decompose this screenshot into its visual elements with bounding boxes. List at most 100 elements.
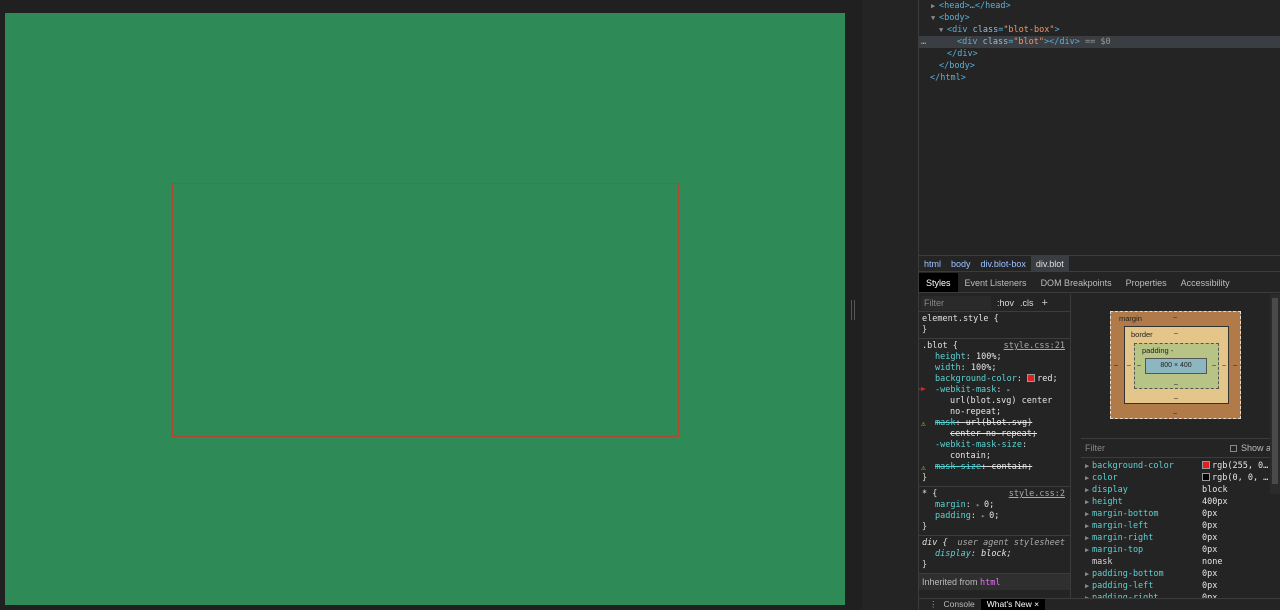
style-property[interactable]: -webkit-mask: ▸ [919, 385, 1067, 396]
source-link[interactable]: style.css:21 [1004, 341, 1065, 352]
color-swatch-icon[interactable] [1027, 374, 1036, 382]
dom-node-body-close[interactable]: </body> [919, 60, 1280, 72]
collapse-arrow-icon[interactable]: ▼ [931, 12, 939, 24]
more-icon[interactable]: … [921, 36, 926, 48]
box-model-padding[interactable]: padding - – – – 800 × 400 [1134, 343, 1219, 389]
rule-selector[interactable]: element.style { [922, 314, 1067, 325]
tab-event-listeners[interactable]: Event Listeners [958, 273, 1034, 292]
breadcrumb-body[interactable]: body [946, 256, 976, 272]
computed-property[interactable]: ▶ height 400px [1081, 496, 1280, 508]
margin-bottom-value[interactable]: – [1173, 410, 1177, 417]
dom-node-div-close[interactable]: </div> [919, 48, 1280, 60]
panel-resize-handle[interactable] [851, 300, 855, 320]
computed-property[interactable]: ▶ margin-left 0px [1081, 520, 1280, 532]
dom-node-html-close[interactable]: </html> [919, 72, 1280, 84]
border-label: border [1131, 330, 1153, 339]
expand-arrow-icon[interactable]: ▸ [1007, 385, 1015, 396]
border-top-value[interactable]: – [1174, 330, 1178, 337]
computed-property[interactable]: ▶ margin-right 0px [1081, 532, 1280, 544]
warning-icon: ⚠ [921, 463, 926, 472]
border-left-value[interactable]: – [1127, 362, 1131, 369]
border-bottom-value[interactable]: – [1174, 395, 1178, 402]
computed-property[interactable]: ▶ display block [1081, 484, 1280, 496]
tag-text: > [1054, 25, 1060, 35]
devtools-panel: ▶ <head>…</head> ▼ <body> ▼ <div class="blo… [918, 0, 1280, 610]
margin-top-value[interactable]: – [1173, 314, 1177, 321]
computed-property[interactable]: ▶ padding-bottom 0px [1081, 568, 1280, 580]
border-right-value[interactable]: – [1222, 362, 1226, 369]
style-property-overridden[interactable]: ⚠ mask: url(blot.svg) [921, 418, 1067, 429]
style-property-overridden[interactable]: ⚠ mask-size: contain; [921, 462, 1067, 473]
attr-value: "blot-box" [1003, 25, 1055, 35]
style-property-value: url(blot.svg) center [950, 396, 1053, 406]
blot-box-page[interactable] [5, 13, 845, 605]
rule-selector[interactable]: .blot { [922, 341, 958, 351]
tag-text: </html> [930, 73, 966, 83]
tab-properties[interactable]: Properties [1119, 273, 1174, 292]
star-rule: * {style.css:2 margin: ▸ 0; padding: ▸ 0; … [919, 487, 1070, 536]
new-rule-plus-icon[interactable]: + [1042, 297, 1048, 309]
style-property[interactable]: height: 100%; [922, 352, 1067, 363]
box-model-border[interactable]: border – – – – padding - – – – 800 × 400 [1124, 326, 1229, 404]
dom-node-body[interactable]: ▼ <body> [919, 12, 1280, 24]
computed-property[interactable]: ▶ margin-bottom 0px [1081, 508, 1280, 520]
computed-scrollbar[interactable] [1270, 294, 1280, 494]
tag-text: ></div> [1044, 37, 1080, 47]
inherited-tag-link[interactable]: html [980, 578, 1000, 588]
styles-filter-input[interactable]: Filter [921, 295, 991, 310]
tab-styles[interactable]: Styles [919, 273, 958, 292]
breadcrumb: html body div.blot-box div.blot [919, 255, 1280, 272]
padding-right-value[interactable]: – [1212, 362, 1216, 369]
padding-left-value[interactable]: – [1137, 362, 1141, 369]
style-property[interactable]: width: 100%; [922, 363, 1067, 374]
tag-text: <body> [939, 13, 970, 23]
close-icon[interactable]: × [1034, 599, 1039, 609]
collapse-arrow-icon[interactable]: ▼ [939, 24, 947, 36]
drawer-tabbar: ⋮ Console What's New × [919, 598, 1280, 610]
attr-name: class [982, 37, 1009, 47]
computed-property[interactable]: mask none [1081, 556, 1280, 568]
padding-bottom-value[interactable]: – [1174, 381, 1178, 388]
cls-toggle[interactable]: .cls [1020, 298, 1034, 308]
tab-console[interactable]: Console [938, 599, 981, 610]
div-ua-rule: div {user agent stylesheet display: bloc… [919, 536, 1070, 574]
attr-value: "blot" [1013, 37, 1045, 47]
dom-node-blot-selected[interactable]: … <div class="blot"></div> == $0 [919, 36, 1280, 48]
tab-whats-new[interactable]: What's New × [980, 599, 1046, 610]
show-all-toggle[interactable]: Show all [1229, 439, 1275, 457]
computed-filter-input[interactable]: Filter Show all [1081, 438, 1280, 458]
dom-tree: ▶ <head>…</head> ▼ <body> ▼ <div class="blo… [919, 0, 1280, 254]
tag-text: <div [957, 37, 983, 47]
computed-property[interactable]: ▶ background-color rgb(255, 0… [1081, 460, 1280, 472]
tab-accessibility[interactable]: Accessibility [1174, 273, 1237, 292]
rule-close: } [922, 522, 928, 532]
box-model-content[interactable]: 800 × 400 [1145, 358, 1207, 374]
margin-left-value[interactable]: – [1114, 362, 1118, 369]
element-style-rule: element.style { } [919, 312, 1070, 339]
style-property[interactable]: padding: ▸ 0; [922, 511, 1067, 522]
blot-element-highlight[interactable] [172, 183, 679, 437]
style-property[interactable]: margin: ▸ 0; [922, 500, 1067, 511]
checkbox-icon[interactable] [1229, 445, 1237, 452]
style-property[interactable]: background-color: red; [922, 374, 1067, 385]
rule-selector[interactable]: * { [922, 489, 937, 499]
box-model-margin[interactable]: margin – – – – border – – – – padding - … [1110, 311, 1241, 419]
style-property[interactable]: -webkit-mask-size: [922, 440, 1067, 451]
computed-property[interactable]: ▶ color rgb(0, 0, … [1081, 472, 1280, 484]
style-property-value: no-repeat; [950, 407, 1002, 417]
source-link[interactable]: style.css:2 [1009, 489, 1065, 500]
hov-toggle[interactable]: :hov [997, 298, 1014, 308]
breadcrumb-html[interactable]: html [919, 256, 946, 272]
dom-node-blot-box[interactable]: ▼ <div class="blot-box"> [919, 24, 1280, 36]
dom-node-head[interactable]: ▶ <head>…</head> [919, 0, 1280, 12]
scrollbar-thumb[interactable] [1272, 298, 1278, 484]
computed-property[interactable]: ▶ margin-top 0px [1081, 544, 1280, 556]
expand-arrow-icon[interactable]: ▶ [931, 0, 939, 12]
margin-right-value[interactable]: – [1233, 362, 1237, 369]
computed-property[interactable]: ▶ padding-left 0px [1081, 580, 1280, 592]
tab-dom-breakpoints[interactable]: DOM Breakpoints [1034, 273, 1119, 292]
inherited-from-header: Inherited from html [919, 574, 1070, 590]
drawer-menu-icon[interactable]: ⋮ [929, 599, 938, 610]
breadcrumb-blot-box[interactable]: div.blot-box [976, 256, 1031, 272]
breadcrumb-blot[interactable]: div.blot [1030, 255, 1069, 272]
